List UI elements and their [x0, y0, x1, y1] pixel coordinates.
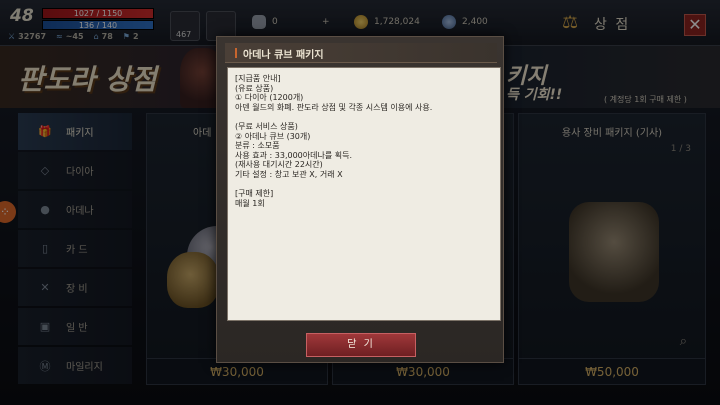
- modal-header: 아데나 큐브 패키지: [225, 43, 497, 63]
- modal-close-button[interactable]: 닫 기: [306, 333, 416, 357]
- modal-title: 아데나 큐브 패키지: [243, 50, 324, 61]
- shop-screen: 48 1027 / 1150 136 / 140 ⚔ 32767 ≈ ~45 ⌂ 78…: [0, 0, 720, 405]
- title-accent-bar: [235, 48, 237, 58]
- package-detail-modal: 아데나 큐브 패키지 [지급품 안내] (유료 상품) ① 다이아 (1200개…: [216, 36, 504, 363]
- modal-description[interactable]: [지급품 안내] (유료 상품) ① 다이아 (1200개) 아덴 월드의 화폐…: [227, 67, 501, 321]
